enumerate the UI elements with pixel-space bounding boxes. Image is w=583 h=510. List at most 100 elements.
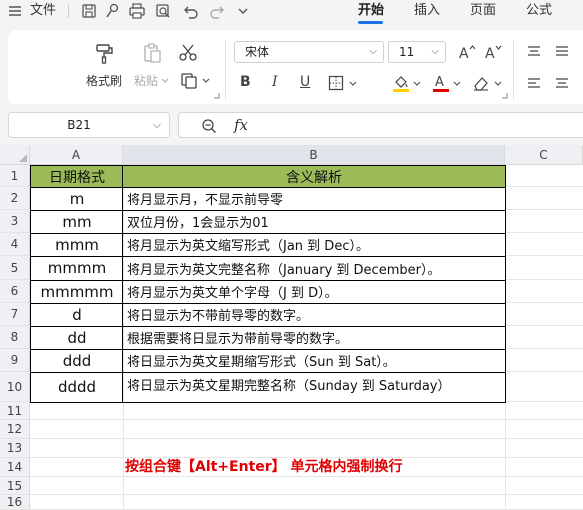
format-code-cell[interactable]: mmm	[31, 233, 123, 256]
paste-icon[interactable]	[141, 42, 163, 64]
clipboard-launcher-icon[interactable]	[213, 92, 220, 99]
tab-insert[interactable]: 插入	[414, 0, 440, 22]
table-border-line	[30, 210, 506, 211]
print-icon[interactable]	[128, 2, 146, 20]
print-preview-icon[interactable]	[154, 2, 172, 20]
save-icon[interactable]	[80, 2, 98, 20]
column-header-a[interactable]: A	[30, 145, 123, 165]
meaning-cell[interactable]: 将日显示为不带前导零的数字。	[124, 303, 505, 326]
chevron-down-icon[interactable]	[413, 80, 421, 88]
header-cell-meaning[interactable]: 含义解析	[123, 166, 505, 187]
italic-button[interactable]: I	[272, 74, 278, 90]
table-border-line	[30, 256, 506, 257]
tab-home[interactable]: 开始	[358, 0, 384, 22]
note-text[interactable]: 按组合键【Alt+Enter】 单元格内强制换行	[125, 456, 403, 476]
format-code-cell[interactable]: d	[31, 303, 123, 326]
decrease-font-icon[interactable]: A	[484, 43, 502, 61]
eraser-icon[interactable]	[472, 74, 490, 92]
row-header[interactable]: 12	[0, 420, 30, 439]
row-header[interactable]: 16	[0, 495, 30, 510]
font-name-select[interactable]: 宋体 ⌵	[234, 41, 384, 63]
zoom-icon[interactable]	[201, 118, 217, 134]
font-size-select[interactable]: 11 ⌵	[388, 41, 446, 63]
align-middle-icon[interactable]	[554, 44, 570, 58]
row-header[interactable]: 7	[0, 303, 30, 326]
select-all-corner[interactable]	[0, 145, 30, 165]
chevron-down-icon[interactable]: ⌵	[153, 113, 161, 137]
table-border-line	[30, 280, 506, 281]
bold-button[interactable]: B	[240, 74, 251, 90]
chevron-down-icon[interactable]	[494, 80, 502, 88]
name-box[interactable]: B21 ⌵	[8, 112, 170, 138]
format-code-cell[interactable]: ddd	[31, 349, 123, 372]
underline-button[interactable]: U	[300, 74, 310, 90]
chevron-down-icon[interactable]	[453, 80, 461, 88]
paste-label[interactable]: 粘贴	[134, 72, 158, 89]
meaning-cell[interactable]: 将月显示月，不显示前导零	[124, 187, 505, 210]
borders-icon[interactable]	[328, 75, 344, 91]
format-code-cell[interactable]: dddd	[31, 372, 123, 402]
row-header[interactable]: 3	[0, 210, 30, 233]
table-border-line	[30, 372, 506, 373]
dropdown-icon[interactable]	[234, 2, 252, 20]
redo-icon[interactable]	[208, 2, 226, 20]
hamburger-menu-icon[interactable]	[6, 2, 24, 20]
table-border-line	[30, 165, 31, 403]
row-gridline	[30, 476, 583, 477]
row-header[interactable]: 6	[0, 280, 30, 303]
file-menu[interactable]: 文件	[30, 0, 56, 22]
format-code-cell[interactable]: mm	[31, 210, 123, 233]
meaning-cell[interactable]: 根据需要将日显示为带前导零的数字。	[124, 326, 505, 349]
column-header-b[interactable]: B	[123, 145, 505, 165]
tab-formula[interactable]: 公式	[526, 0, 552, 22]
format-code-cell[interactable]: mmmm	[31, 256, 123, 280]
chevron-down-icon[interactable]	[161, 77, 169, 85]
meaning-cell[interactable]: 将月显示为英文完整名称（January 到 December）。	[124, 256, 505, 280]
svg-text:A: A	[485, 46, 495, 61]
meaning-cell[interactable]: 双位月份，1会显示为01	[124, 210, 505, 233]
fill-color-icon[interactable]	[392, 73, 410, 93]
format-painter-icon[interactable]	[93, 42, 115, 64]
row-gridline	[30, 438, 583, 439]
row-header[interactable]: 13	[0, 439, 30, 458]
formula-input[interactable]: fx	[178, 112, 583, 138]
format-code-cell[interactable]: mmmmm	[31, 280, 123, 303]
cut-icon[interactable]	[178, 42, 198, 62]
header-cell-date-format[interactable]: 日期格式	[31, 166, 123, 187]
font-launcher-icon[interactable]	[501, 92, 508, 99]
row-header[interactable]: 2	[0, 187, 30, 210]
row-header[interactable]: 1	[0, 165, 30, 187]
meaning-cell[interactable]: 将日显示为英文星期完整名称（Sunday 到 Saturday）	[124, 372, 505, 402]
chevron-down-icon[interactable]	[349, 80, 357, 88]
format-painter-quick-icon[interactable]	[104, 2, 122, 20]
undo-icon[interactable]	[182, 2, 200, 20]
align-top-icon[interactable]	[526, 44, 542, 58]
row-header[interactable]: 5	[0, 256, 30, 280]
format-code-cell[interactable]: dd	[31, 326, 123, 349]
meaning-cell[interactable]: 将月显示为英文缩写形式（Jan 到 Dec）。	[124, 233, 505, 256]
format-painter-label[interactable]: 格式刷	[86, 72, 122, 89]
table-border-line	[30, 165, 506, 166]
font-color-icon[interactable]: A	[432, 73, 450, 93]
row-header[interactable]: 9	[0, 349, 30, 372]
row-header[interactable]: 11	[0, 402, 30, 420]
tab-page[interactable]: 页面	[470, 0, 496, 22]
row-header[interactable]: 10	[0, 372, 30, 402]
format-code-cell[interactable]: m	[31, 187, 123, 210]
row-header[interactable]: 8	[0, 326, 30, 349]
align-left-icon[interactable]	[526, 76, 542, 90]
font-size-value: 11	[399, 45, 415, 59]
chevron-down-icon: ⌵	[431, 46, 439, 57]
row-header[interactable]: 14	[0, 458, 30, 477]
meaning-cell[interactable]: 将月显示为英文单个字母（J 到 D）。	[124, 280, 505, 303]
fx-icon[interactable]: fx	[234, 116, 248, 134]
copy-icon[interactable]	[180, 72, 198, 90]
row-header[interactable]: 15	[0, 477, 30, 495]
spreadsheet-grid: A B C 1 2 3 4 5 6 7 8 9 10 11 12 13 14 15 16 日期格式 含义解析 …	[0, 145, 583, 510]
align-center-icon[interactable]	[554, 76, 570, 90]
row-header[interactable]: 4	[0, 233, 30, 256]
meaning-cell[interactable]: 将日显示为英文星期缩写形式（Sun 到 Sat）。	[124, 349, 505, 372]
chevron-down-icon[interactable]	[202, 77, 210, 85]
column-header-c[interactable]: C	[505, 145, 583, 165]
increase-font-icon[interactable]: A	[458, 43, 476, 61]
